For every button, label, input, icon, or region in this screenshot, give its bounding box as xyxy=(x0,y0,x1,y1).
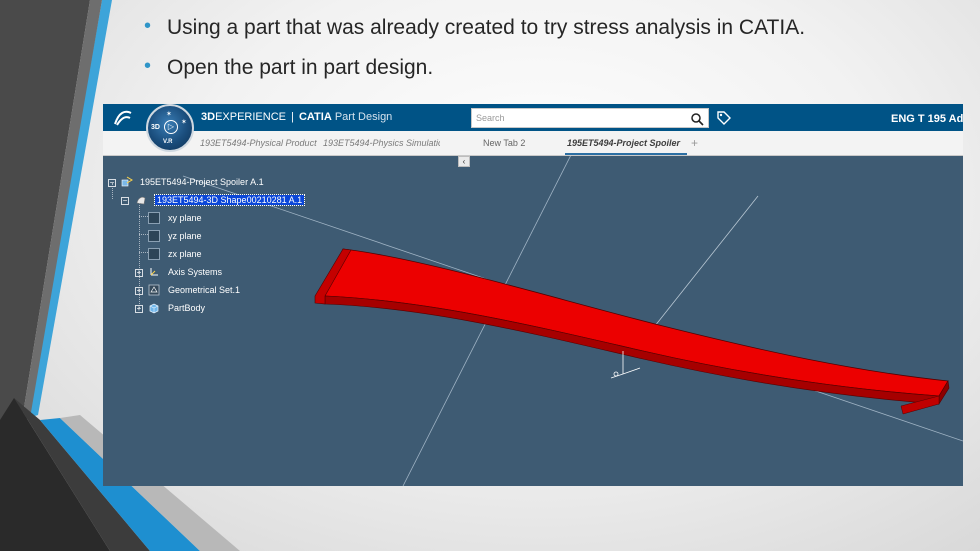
tree-label-selected: 193ET5494-3D Shape00210281 A.1 xyxy=(153,194,306,206)
tab-new-tab-2[interactable]: New Tab 2 xyxy=(483,138,543,148)
expand-toggle-icon[interactable]: + xyxy=(135,305,143,313)
compass-vr-label[interactable]: V.R xyxy=(163,139,172,145)
tab-bar: 193ET5494-Physical Product 193ET5494-Phy… xyxy=(103,131,963,156)
tree-node-axis-systems[interactable]: + Axis Systems xyxy=(135,266,335,280)
tree-node-partbody[interactable]: + PartBody xyxy=(135,302,335,316)
collapse-toggle-icon[interactable]: − xyxy=(108,179,116,187)
bullet-item: • Using a part that was already created t… xyxy=(142,14,805,42)
specification-tree: − 195ET5494-Project Spoiler A.1 − 193ET5… xyxy=(103,156,403,316)
tab-project-spoiler[interactable]: 195ET5494-Project Spoiler xyxy=(567,138,686,148)
tree-label: xy plane xyxy=(168,213,202,223)
dassault-logo-icon[interactable] xyxy=(111,107,135,129)
search-box[interactable] xyxy=(471,108,709,128)
plane-icon xyxy=(148,230,160,242)
tree-node-shape[interactable]: − 193ET5494-3D Shape00210281 A.1 xyxy=(121,194,371,208)
bullet-text: Using a part that was already created to… xyxy=(167,16,806,39)
active-tab-indicator xyxy=(565,153,687,155)
brand-3d: 3D xyxy=(201,111,216,123)
product-icon xyxy=(121,176,133,187)
tag-icon[interactable] xyxy=(716,110,732,126)
tree-node-yz-plane[interactable]: yz plane xyxy=(148,230,348,244)
play-icon[interactable]: ▷ xyxy=(164,120,178,134)
tree-label: Axis Systems xyxy=(168,267,223,277)
tab-physical-product[interactable]: 193ET5494-Physical Product xyxy=(200,138,318,148)
geometrical-set-icon xyxy=(148,284,160,296)
tree-node-zx-plane[interactable]: zx plane xyxy=(148,248,348,262)
brand-experience: EXPERIENCE xyxy=(215,111,286,123)
bullet-text: Open the part in part design. xyxy=(167,56,434,79)
app-brand: 3DEXPERIENCE | CATIA Part Design xyxy=(201,111,392,123)
catia-window: 3DEXPERIENCE | CATIA Part Design ENG T 1… xyxy=(103,104,963,486)
compass-right-icon: ✶ xyxy=(181,119,187,126)
compass-top-icon: ✶ xyxy=(166,111,172,118)
compass-widget[interactable]: ✶ ✶ 3D ▷ V.R xyxy=(146,104,194,152)
tab-physics-simulation[interactable]: 193ET5494-Physics Simulation xyxy=(323,138,440,148)
viewport-axis-line xyxy=(642,195,759,342)
plane-icon xyxy=(148,248,160,260)
plane-icon xyxy=(148,212,160,224)
add-tab-icon[interactable]: + xyxy=(691,136,698,150)
tree-label: zx plane xyxy=(168,249,202,259)
bullet-list: • Using a part that was already created t… xyxy=(142,14,805,94)
partbody-icon xyxy=(149,303,159,314)
bullet-item: • Open the part in part design. xyxy=(142,54,805,82)
tree-node-root[interactable]: − 195ET5494-Project Spoiler A.1 xyxy=(108,176,358,190)
tree-label: PartBody xyxy=(168,303,206,313)
tree-node-geometrical-set[interactable]: + Geometrical Set.1 xyxy=(135,284,335,298)
expand-toggle-icon[interactable]: + xyxy=(135,287,143,295)
search-input[interactable] xyxy=(476,111,676,125)
bullet-dot-icon: • xyxy=(144,55,152,77)
shape-icon xyxy=(136,196,146,205)
collapse-toggle-icon[interactable]: − xyxy=(121,197,129,205)
tree-node-xy-plane[interactable]: xy plane xyxy=(148,212,348,226)
brand-catia: CATIA xyxy=(298,111,332,123)
brand-separator: | xyxy=(291,111,294,123)
user-label[interactable]: ENG T 195 Adv xyxy=(891,113,963,125)
search-icon[interactable] xyxy=(690,112,704,126)
spoiler-part[interactable] xyxy=(314,248,950,415)
bullet-dot-icon: • xyxy=(144,15,152,37)
axis-system-icon xyxy=(150,268,158,276)
expand-toggle-icon[interactable]: + xyxy=(135,269,143,277)
compass-3d-label[interactable]: 3D xyxy=(151,124,160,131)
tree-label: yz plane xyxy=(168,231,202,241)
tree-label: 195ET5494-Project Spoiler A.1 xyxy=(140,177,264,187)
app-name: Part Design xyxy=(334,111,393,123)
top-bar: 3DEXPERIENCE | CATIA Part Design ENG T 1… xyxy=(103,104,963,131)
collapse-panel-button[interactable]: ‹ xyxy=(458,156,470,167)
tree-label: Geometrical Set.1 xyxy=(168,285,241,295)
